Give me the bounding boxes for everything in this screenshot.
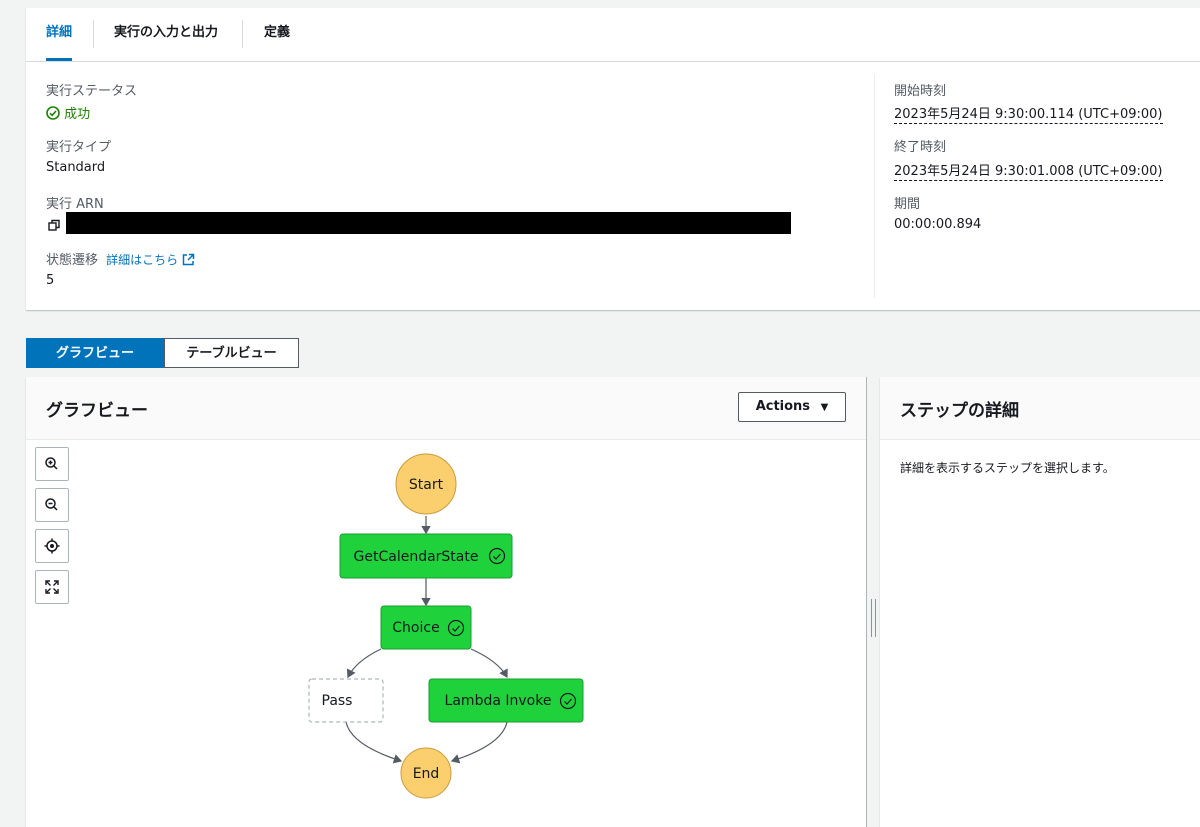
duration-label: 期間 xyxy=(894,197,921,212)
state-machine-graph: Start GetCalendarState Choice Pass Lambd… xyxy=(308,453,584,799)
edge-choice-to-lambda xyxy=(470,648,508,679)
copy-icon[interactable] xyxy=(48,217,61,236)
step-details-placeholder: 詳細を表示するステップを選択します。 xyxy=(900,461,1115,475)
node-lambda-invoke[interactable]: Lambda Invoke xyxy=(428,678,584,723)
node-lambda-invoke-label: Lambda Invoke xyxy=(445,693,552,709)
node-end[interactable]: End xyxy=(400,747,452,799)
type-label: 実行タイプ xyxy=(46,140,112,155)
status-label: 実行ステータス xyxy=(46,84,138,99)
node-pass[interactable]: Pass xyxy=(308,678,384,723)
end-time-value: 2023年5月24日 9:30:01.008 (UTC+09:00) xyxy=(894,160,1163,181)
start-time-text: 2023年5月24日 9:30:00.114 (UTC+09:00) xyxy=(894,107,1163,124)
duration-value: 00:00:00.894 xyxy=(894,217,982,232)
tab-divider xyxy=(242,20,243,48)
node-pass-label: Pass xyxy=(322,693,353,709)
transitions-label: 状態遷移 詳細はこちら xyxy=(46,249,195,268)
graph-view-toggle[interactable]: グラフビュー xyxy=(26,338,164,368)
panel-resize-handle[interactable] xyxy=(866,377,880,827)
edge-lambda-to-end xyxy=(450,721,508,764)
start-time-value: 2023年5月24日 9:30:00.114 (UTC+09:00) xyxy=(894,103,1163,124)
caret-down-icon: ▼ xyxy=(820,402,829,413)
node-getcalendarstate[interactable]: GetCalendarState xyxy=(339,533,513,579)
node-getcalendarstate-label: GetCalendarState xyxy=(354,549,479,565)
step-details-title: ステップの詳細 xyxy=(900,401,1019,421)
tab-input-output[interactable]: 実行の入力と出力 xyxy=(114,8,218,60)
tab-bar: 詳細 実行の入力と出力 定義 xyxy=(26,8,1200,62)
arn-redacted-value xyxy=(66,212,791,234)
drag-handle-icon xyxy=(871,599,876,637)
node-start-label: Start xyxy=(409,477,444,493)
tab-details[interactable]: 詳細 xyxy=(46,8,73,61)
start-time-label: 開始時刻 xyxy=(894,84,947,99)
tab-definition[interactable]: 定義 xyxy=(264,8,290,60)
node-end-label: End xyxy=(413,766,440,782)
transitions-label-text: 状態遷移 xyxy=(46,253,99,268)
column-divider xyxy=(874,74,875,298)
table-view-toggle[interactable]: テーブルビュー xyxy=(164,338,299,368)
edge-pass-to-end xyxy=(345,721,403,764)
graph-view-panel: グラフビュー Actions ▼ Start GetCalendarState … xyxy=(26,377,866,827)
external-link-icon[interactable] xyxy=(182,253,195,266)
graph-panel-title: グラフビュー xyxy=(46,401,148,421)
tab-divider xyxy=(93,20,94,48)
execution-summary-card: 詳細 実行の入力と出力 定義 実行ステータス 成功 実行タイプ Standard… xyxy=(26,8,1200,310)
step-details-header: ステップの詳細 xyxy=(880,377,1200,440)
transitions-details-link[interactable]: 詳細はこちら xyxy=(106,253,178,267)
node-choice[interactable]: Choice xyxy=(380,605,472,650)
edge-choice-to-pass xyxy=(346,648,382,679)
arn-label: 実行 ARN xyxy=(46,197,104,212)
node-start[interactable]: Start xyxy=(395,453,457,515)
node-choice-label: Choice xyxy=(392,620,439,636)
end-time-text: 2023年5月24日 9:30:01.008 (UTC+09:00) xyxy=(894,164,1163,181)
end-time-label: 終了時刻 xyxy=(894,140,947,155)
type-value: Standard xyxy=(46,160,106,175)
actions-label: Actions xyxy=(755,399,811,414)
status-value: 成功 xyxy=(46,103,90,122)
success-check-icon xyxy=(46,106,60,120)
actions-dropdown-button[interactable]: Actions ▼ xyxy=(738,392,846,422)
graph-panel-header: グラフビュー Actions ▼ xyxy=(26,377,866,440)
step-details-panel: ステップの詳細 詳細を表示するステップを選択します。 xyxy=(880,377,1200,827)
transitions-value: 5 xyxy=(46,273,55,288)
status-text: 成功 xyxy=(64,107,91,122)
